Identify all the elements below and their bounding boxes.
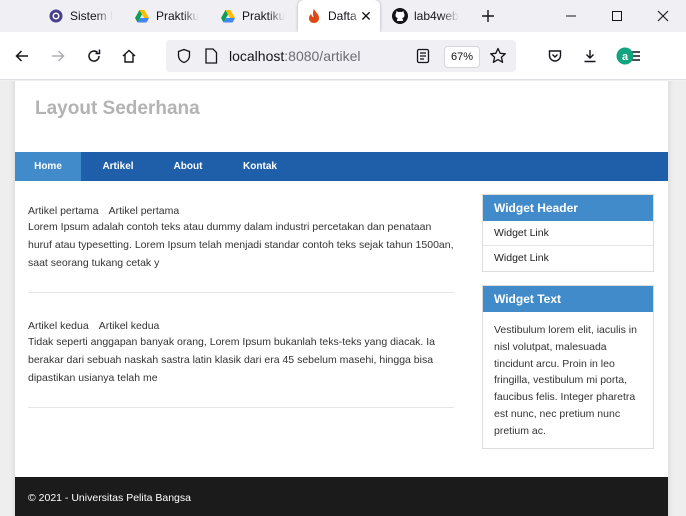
nav-home[interactable]: Home <box>15 152 81 181</box>
widget-title: Widget Header <box>483 195 653 221</box>
tab-lab4web[interactable]: lab4web <box>384 0 466 32</box>
plus-icon <box>482 10 494 22</box>
account-avatar-icon: a <box>616 47 634 65</box>
pocket-button[interactable] <box>543 44 567 68</box>
article-title-link[interactable]: Artikel kedua <box>28 319 89 333</box>
maximize-icon <box>612 11 622 21</box>
university-seal-icon <box>48 8 64 24</box>
reload-button[interactable] <box>82 44 106 68</box>
widget-header-box: Widget Header Widget Link Widget Link <box>482 194 654 272</box>
article-title: Artikel kedua <box>98 320 160 332</box>
back-button[interactable] <box>10 44 34 68</box>
minimize-button[interactable] <box>548 0 594 32</box>
article-divider <box>28 407 454 408</box>
extension-button[interactable]: a <box>613 44 637 68</box>
nav-artikel[interactable]: Artikel <box>93 152 143 181</box>
tab-title: Sistem I <box>70 9 114 23</box>
new-tab-button[interactable] <box>476 4 500 28</box>
footer-text: © 2021 - Universitas Pelita Bangsa <box>28 492 191 504</box>
reload-icon <box>88 49 101 62</box>
close-tab-icon[interactable]: ✕ <box>358 8 374 24</box>
site-header: Layout Sederhana <box>15 81 668 152</box>
github-icon <box>392 8 408 24</box>
url-text[interactable]: localhost:8080/artikel <box>229 48 361 64</box>
shield-icon[interactable] <box>176 48 192 69</box>
article-heading: Artikel pertama Artikel pertama <box>28 204 454 218</box>
site-footer: © 2021 - Universitas Pelita Bangsa <box>15 477 668 516</box>
tab-daftar-active[interactable]: Dafta ✕ <box>298 0 380 32</box>
page-container: Layout Sederhana Home Artikel About Kont… <box>15 81 668 516</box>
article-item: Artikel kedua Artikel kedua Tidak sepert… <box>28 319 454 387</box>
close-icon <box>657 10 669 22</box>
widget-title: Widget Text <box>483 286 653 312</box>
tab-sistem[interactable]: Sistem I <box>40 0 120 32</box>
reader-view-icon[interactable] <box>416 48 430 69</box>
nav-kontak[interactable]: Kontak <box>235 152 285 181</box>
tab-praktikum-2[interactable]: Praktiku <box>212 0 292 32</box>
article-title-link[interactable]: Artikel pertama <box>28 204 99 218</box>
home-button[interactable] <box>117 44 141 68</box>
site-nav: Home Artikel About Kontak <box>15 152 668 181</box>
google-drive-icon <box>134 8 150 24</box>
tab-title: lab4web <box>414 9 459 23</box>
page-info-icon[interactable] <box>204 48 218 69</box>
widget-text-body: Vestibulum lorem elit, iaculis in nisl v… <box>494 324 637 437</box>
site-title: Layout Sederhana <box>35 98 200 119</box>
page-viewport: Layout Sederhana Home Artikel About Kont… <box>0 81 686 516</box>
article-body: Tidak seperti anggapan banyak orang, Lor… <box>28 336 436 384</box>
bookmark-star-icon[interactable] <box>489 47 507 70</box>
minimize-icon <box>566 15 576 17</box>
nav-about[interactable]: About <box>163 152 213 181</box>
tab-strip: Sistem I Praktiku Praktiku Dafta ✕ lab4w… <box>0 0 686 32</box>
url-host: localhost <box>229 48 285 64</box>
article-title: Artikel pertama <box>108 205 180 217</box>
tab-praktikum-1[interactable]: Praktiku <box>126 0 206 32</box>
download-icon <box>584 50 596 63</box>
widget-link[interactable]: Widget Link <box>483 246 653 271</box>
widget-link[interactable]: Widget Link <box>483 221 653 246</box>
widget-text-box: Widget Text Vestibulum lorem elit, iacul… <box>482 285 654 449</box>
article-body: Lorem Ipsum adalah contoh teks atau dumm… <box>28 221 454 269</box>
article-divider <box>28 292 454 293</box>
url-path: :8080/artikel <box>284 48 361 64</box>
forward-button[interactable] <box>46 44 70 68</box>
zoom-level-button[interactable]: 67% <box>444 46 481 68</box>
tab-title: Praktiku <box>156 9 200 23</box>
home-icon <box>122 49 136 63</box>
forward-arrow-icon <box>52 50 65 62</box>
downloads-button[interactable] <box>578 44 602 68</box>
tab-title: Praktiku <box>242 9 286 23</box>
close-window-button[interactable] <box>640 0 686 32</box>
back-arrow-icon <box>15 50 28 62</box>
pocket-icon <box>548 50 562 62</box>
article-item: Artikel pertama Artikel pertama Lorem Ip… <box>28 204 454 272</box>
svg-text:a: a <box>622 51 629 63</box>
article-heading: Artikel kedua Artikel kedua <box>28 319 454 333</box>
google-drive-icon <box>220 8 236 24</box>
codeigniter-flame-icon <box>306 8 322 24</box>
maximize-button[interactable] <box>594 0 640 32</box>
